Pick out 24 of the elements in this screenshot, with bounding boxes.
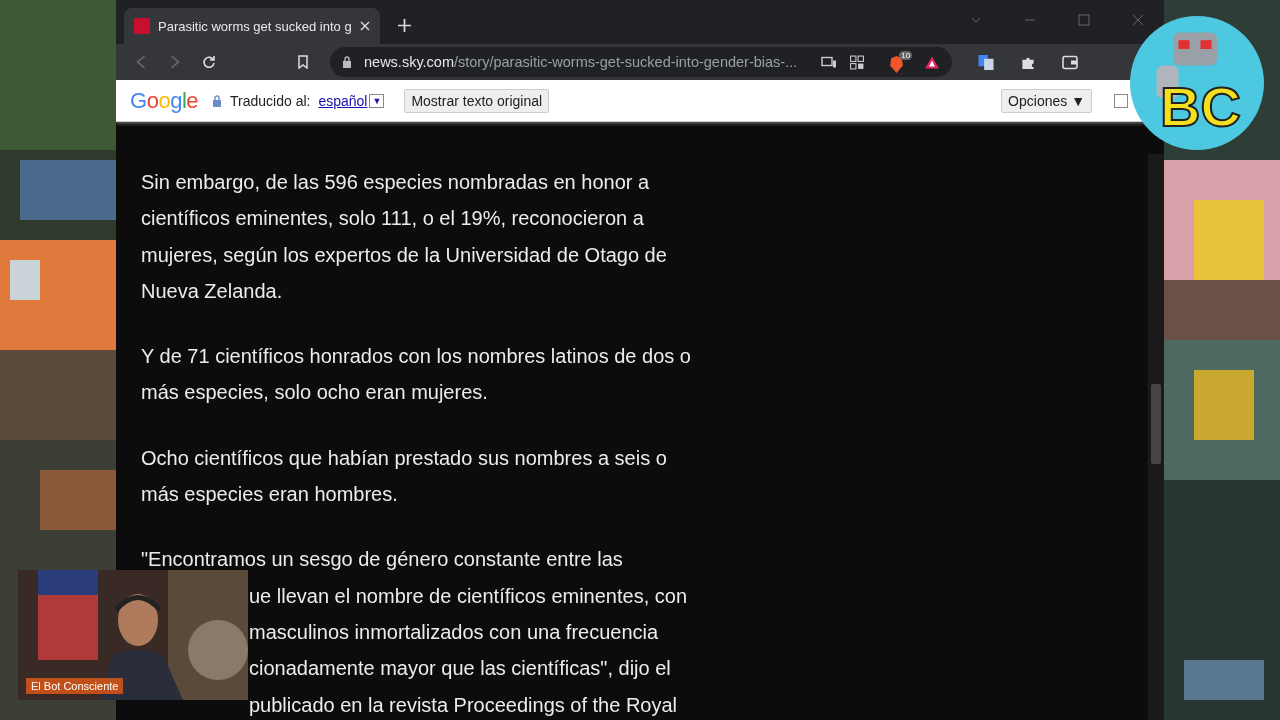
address-bar[interactable]: news.sky.com/story/parasitic-worms-get-sucked-into-gender-bias-... 10 (330, 47, 952, 77)
article-text: Ocho científicos que habían prestado sus nombres a seis o (141, 445, 668, 471)
article-text: cionadamente mayor que las científicas", dijo el (248, 656, 672, 682)
tab-title: Parasitic worms get sucked into g (158, 18, 352, 34)
options-button[interactable]: Opciones ▼ (1001, 88, 1092, 113)
browser-tab[interactable]: Parasitic worms get sucked into g (124, 8, 380, 44)
translated-label: Traducido al: (230, 92, 311, 109)
language-link[interactable]: español (318, 92, 368, 109)
article-text: científicos eminentes, solo 111, o el 19%, reconocieron a (141, 206, 645, 232)
article-text: publicado en la revista Proceedings of the Royal (248, 692, 679, 718)
google-logo: Google (130, 87, 198, 114)
article-text: ue llevan el nombre de científicos eminentes, con (248, 583, 689, 609)
badge-count: 10 (899, 51, 913, 60)
shield-button[interactable]: 10 (889, 51, 913, 73)
article-text: Sin embargo, de las 596 especies nombradas en honor a (141, 170, 651, 195)
article-text: más especies, solo ocho eran mujeres. (141, 380, 489, 406)
article-text: más especies eran hombres. (141, 482, 399, 508)
article-text: "Encontramos un sesgo de género constante entre las (141, 547, 624, 573)
article-text: masculinos inmortalizados con una frecuencia (248, 619, 660, 645)
article-text: mujeres, según los expertos de la Universidad de Otago de (141, 242, 668, 268)
article-text: Y de 71 científicos honrados con los nombres latinos de dos o (141, 344, 692, 370)
show-original-button[interactable]: Mostrar texto original (404, 88, 550, 113)
article-text: Nueva Zelanda. (141, 278, 284, 304)
dropdown-button[interactable]: ▼ (369, 93, 385, 108)
